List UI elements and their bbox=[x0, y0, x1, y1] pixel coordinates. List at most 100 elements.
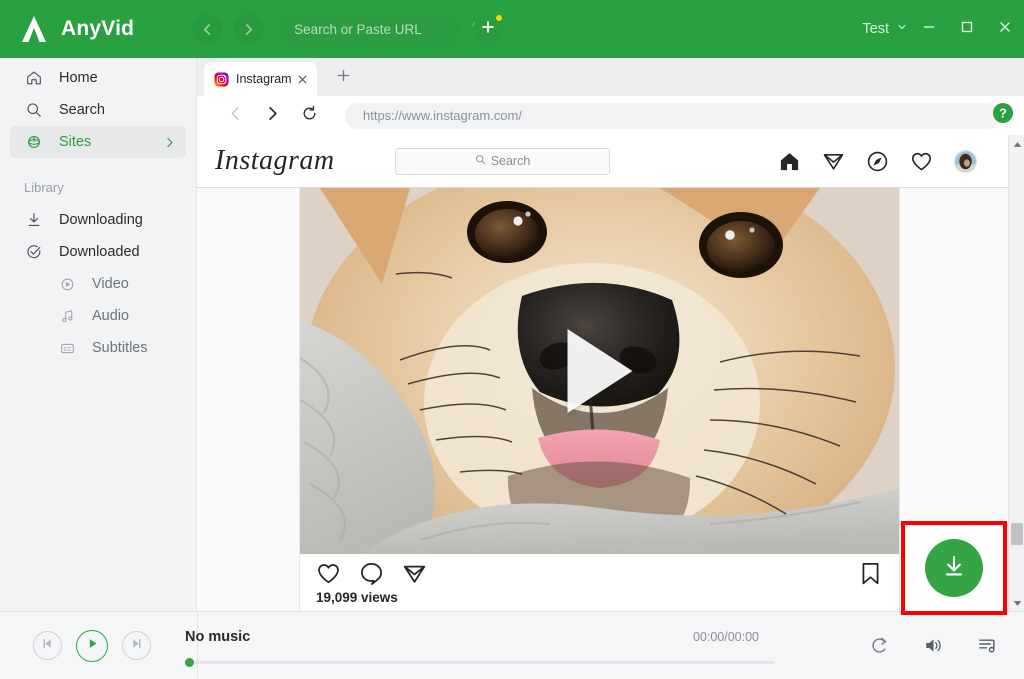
sidebar-item-home[interactable]: Home bbox=[10, 62, 186, 94]
player-track-title: No music bbox=[185, 628, 251, 645]
minimize-button[interactable] bbox=[910, 0, 948, 58]
add-new-button[interactable] bbox=[473, 14, 504, 44]
tab-close-icon[interactable] bbox=[295, 72, 310, 87]
help-button[interactable]: ? bbox=[992, 102, 1014, 124]
chevron-down-icon bbox=[896, 20, 908, 38]
sidebar-item-audio[interactable]: Audio bbox=[10, 300, 186, 332]
play-button[interactable] bbox=[76, 629, 108, 662]
explore-compass-icon[interactable] bbox=[866, 150, 889, 173]
instagram-post: 19,099 views bbox=[299, 188, 900, 611]
address-bar[interactable] bbox=[345, 102, 1000, 129]
global-search-box[interactable] bbox=[280, 13, 485, 45]
instagram-page: Instagram Search 19,099 views bbox=[197, 135, 1008, 611]
browser-pane: Instagram https://www.instagram.com/ ? I… bbox=[197, 58, 1024, 611]
sidebar-item-label: Video bbox=[92, 276, 129, 292]
sidebar-item-label: Sites bbox=[59, 134, 92, 150]
play-circle-icon bbox=[57, 276, 77, 293]
download-button[interactable] bbox=[925, 539, 983, 597]
share-paperplane-icon[interactable] bbox=[402, 561, 427, 586]
reload-icon bbox=[301, 105, 318, 127]
sidebar-item-downloaded[interactable]: Downloaded bbox=[10, 236, 186, 268]
comment-bubble-icon[interactable] bbox=[359, 561, 384, 586]
player-progress-wrap bbox=[185, 657, 788, 667]
post-views-count: 19,099 views bbox=[316, 590, 398, 605]
post-media[interactable] bbox=[300, 188, 899, 554]
post-actions-left bbox=[316, 561, 427, 586]
chevron-right-icon bbox=[264, 105, 281, 127]
globe-icon bbox=[24, 133, 44, 151]
new-tab-button[interactable] bbox=[333, 68, 353, 88]
scroll-up-button[interactable] bbox=[1009, 135, 1024, 152]
instagram-logo: Instagram bbox=[215, 145, 335, 176]
instagram-search-placeholder: Search bbox=[490, 154, 531, 168]
heart-icon[interactable] bbox=[316, 561, 341, 586]
tab-instagram[interactable]: Instagram bbox=[204, 62, 317, 96]
skip-next-icon bbox=[129, 636, 144, 656]
instagram-icon bbox=[214, 71, 229, 87]
music-note-icon bbox=[57, 308, 77, 325]
maximize-icon bbox=[960, 20, 974, 39]
sidebar-item-label: Audio bbox=[92, 308, 130, 324]
browser-back-button[interactable] bbox=[221, 102, 249, 130]
brand-name: AnyVid bbox=[61, 17, 135, 40]
player-progress-bar[interactable] bbox=[185, 660, 775, 664]
sidebar-item-downloading[interactable]: Downloading bbox=[10, 204, 186, 236]
chevron-left-icon bbox=[227, 105, 244, 127]
sidebar-item-sites[interactable]: Sites bbox=[10, 126, 186, 158]
maximize-button[interactable] bbox=[948, 0, 986, 58]
bookmark-icon[interactable] bbox=[858, 561, 883, 586]
help-circle-icon: ? bbox=[992, 103, 1014, 128]
title-bar: AnyVid Search or Paste URL Test bbox=[0, 0, 1024, 58]
sidebar-item-label: Downloading bbox=[59, 212, 143, 228]
triangle-up-icon bbox=[1013, 135, 1022, 153]
volume-icon[interactable] bbox=[923, 635, 944, 656]
sidebar-item-video[interactable]: Video bbox=[10, 268, 186, 300]
titlebar-forward-button[interactable] bbox=[233, 13, 265, 45]
next-track-button[interactable] bbox=[122, 631, 151, 660]
account-label: Test bbox=[862, 21, 889, 37]
cc-icon: CC bbox=[57, 340, 77, 357]
chevron-right-icon bbox=[163, 136, 176, 149]
plus-icon bbox=[480, 19, 496, 40]
triangle-down-icon bbox=[1013, 594, 1022, 612]
download-button-highlight bbox=[901, 521, 1007, 615]
scroll-down-button[interactable] bbox=[1009, 594, 1024, 611]
instagram-search-box[interactable]: Search bbox=[395, 147, 610, 175]
sidebar-item-label: Search bbox=[59, 102, 105, 118]
download-arrow-icon bbox=[938, 550, 970, 587]
repeat-icon[interactable] bbox=[869, 635, 890, 656]
search-icon bbox=[24, 101, 44, 119]
anyvid-logo-icon bbox=[18, 13, 50, 45]
play-icon bbox=[85, 636, 100, 656]
sidebar-item-search[interactable]: Search bbox=[10, 94, 186, 126]
titlebar-nav bbox=[192, 13, 265, 45]
avatar[interactable] bbox=[954, 149, 977, 173]
player-right-controls bbox=[869, 635, 1024, 656]
sidebar-item-subtitles[interactable]: CC Subtitles bbox=[10, 332, 186, 364]
brand: AnyVid bbox=[18, 13, 134, 45]
previous-track-button[interactable] bbox=[33, 631, 62, 660]
scrollbar-thumb[interactable] bbox=[1011, 523, 1023, 545]
search-icon bbox=[475, 154, 486, 168]
page-scrollbar[interactable] bbox=[1008, 135, 1024, 611]
tab-strip: Instagram bbox=[197, 58, 1024, 96]
chevron-right-icon bbox=[241, 22, 256, 37]
notification-badge-dot bbox=[496, 15, 503, 21]
close-button[interactable] bbox=[986, 0, 1024, 58]
player-track-row: No music 00:00/00:00 bbox=[185, 627, 788, 647]
play-triangle-icon[interactable] bbox=[567, 329, 632, 413]
player-progress-handle[interactable] bbox=[185, 657, 194, 667]
check-circle-icon bbox=[24, 243, 44, 261]
address-input[interactable] bbox=[363, 108, 982, 123]
account-menu[interactable]: Test bbox=[862, 0, 908, 58]
titlebar-back-button[interactable] bbox=[192, 13, 224, 45]
search-input[interactable] bbox=[294, 21, 472, 37]
home-icon[interactable] bbox=[778, 150, 801, 173]
direct-message-icon[interactable] bbox=[822, 150, 845, 173]
browser-reload-button[interactable] bbox=[295, 102, 323, 130]
svg-text:?: ? bbox=[999, 107, 1007, 121]
browser-forward-button[interactable] bbox=[258, 102, 286, 130]
heart-icon[interactable] bbox=[910, 150, 933, 173]
instagram-nav-icons bbox=[778, 149, 990, 173]
playlist-icon[interactable] bbox=[977, 635, 998, 656]
